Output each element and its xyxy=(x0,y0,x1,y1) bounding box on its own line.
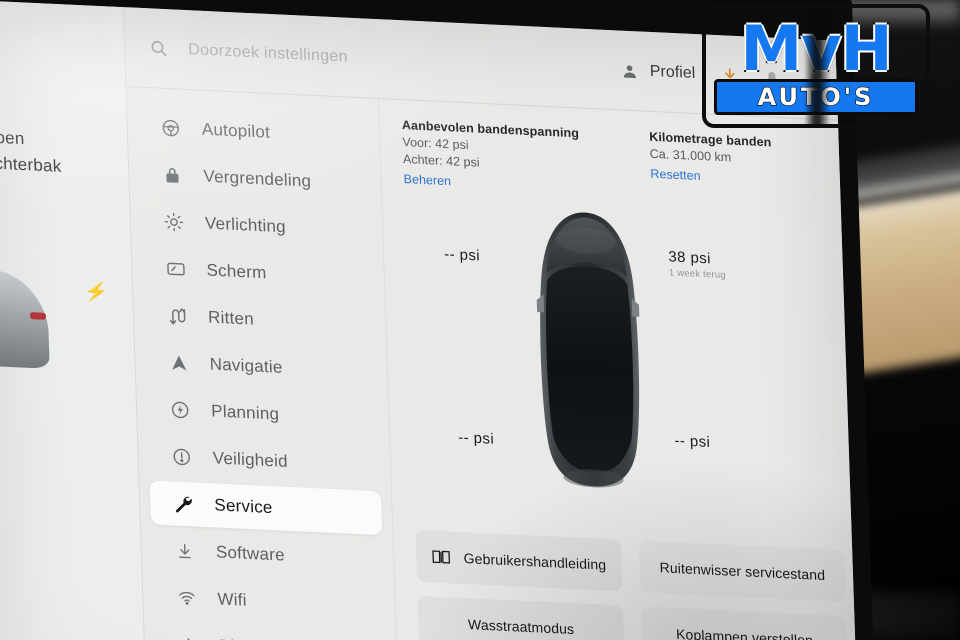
owners-manual-label: Gebruikershandleiding xyxy=(463,550,607,573)
display-icon xyxy=(164,259,187,280)
sidebar-item-ritten[interactable]: Ritten xyxy=(143,292,376,347)
reset-mileage-link[interactable]: Resetten xyxy=(650,167,773,187)
search-input[interactable]: Doorzoek instellingen xyxy=(149,38,510,74)
tire-front-left-reading: -- psi xyxy=(444,246,480,265)
settings-body: Autopilot Vergrendeling Verlichting Sche… xyxy=(126,87,858,640)
tire-rear-right-reading: -- psi xyxy=(674,432,710,451)
service-actions-grid: Gebruikershandleiding Ruitenwisser servi… xyxy=(415,529,850,640)
vehicle-rear-image xyxy=(0,266,50,369)
sidebar-item-label: Autopilot xyxy=(201,119,271,142)
wiper-service-mode-label: Ruitenwisser servicestand xyxy=(659,559,826,584)
sidebar-item-vergrendeling[interactable]: Vergrendeling xyxy=(139,152,372,207)
sidebar-item-label: Service xyxy=(214,495,273,518)
tire-front-right-reading: 38 psi 1 week terug xyxy=(668,248,726,281)
person-icon xyxy=(621,62,639,80)
sidebar-item-wifi[interactable]: Wifi xyxy=(153,574,386,629)
sidebar-item-label: Wifi xyxy=(217,589,247,610)
dealer-watermark: MvH AUTO'S xyxy=(702,4,930,128)
wiper-service-mode-button[interactable]: Ruitenwisser servicestand xyxy=(638,540,846,603)
sidebar-item-label: Scherm xyxy=(206,260,267,283)
manage-pressure-link[interactable]: Beheren xyxy=(403,172,581,194)
tire-front-right-note: 1 week terug xyxy=(668,267,726,282)
sidebar-item-verlichting[interactable]: Verlichting xyxy=(140,199,373,254)
navigation-arrow-icon xyxy=(167,352,190,373)
wrench-icon xyxy=(172,493,195,514)
sidebar-item-label: Veiligheid xyxy=(212,448,289,471)
sidebar-item-label: Software xyxy=(215,542,286,565)
sidebar-item-label: Verlichting xyxy=(204,213,287,237)
sun-brightness-icon xyxy=(163,212,186,233)
car-wash-mode-button[interactable]: Wasstraatmodus xyxy=(417,595,625,640)
vehicle-top-view-image xyxy=(536,212,640,488)
tire-front-right-value: 38 psi xyxy=(668,248,712,268)
sidebar-item-label: Ritten xyxy=(207,307,255,329)
tire-front-left-value: -- psi xyxy=(443,245,481,265)
lightning-bolt-icon: ⚡ xyxy=(83,280,109,305)
schedule-clock-icon xyxy=(169,399,192,420)
tire-mileage-title: Kilometrage banden xyxy=(648,129,772,150)
tire-pressure-diagram: -- psi 38 psi 1 week terug -- psi -- psi xyxy=(404,192,841,512)
steering-wheel-icon xyxy=(159,118,182,139)
sidebar-item-autopilot[interactable]: Autopilot xyxy=(137,105,370,160)
sidebar-item-scherm[interactable]: Scherm xyxy=(142,246,375,301)
sidebar-item-label: Navigatie xyxy=(209,354,283,377)
settings-sidebar: Autopilot Vergrendeling Verlichting Sche… xyxy=(126,87,400,640)
open-trunk-line1: Open xyxy=(0,127,25,149)
tire-info-row: Aanbevolen bandenspanning Voor: 42 psi A… xyxy=(402,118,831,206)
sidebar-item-planning[interactable]: Planning xyxy=(146,386,379,441)
open-trunk-line2: Achterbak xyxy=(0,153,62,176)
profile-button[interactable]: Profiel xyxy=(620,62,696,84)
safety-warning-icon xyxy=(170,446,193,467)
search-placeholder-text: Doorzoek instellingen xyxy=(187,40,349,66)
lock-icon xyxy=(161,165,184,186)
download-icon xyxy=(174,541,197,561)
sidebar-item-service[interactable]: Service xyxy=(149,480,383,536)
sidebar-item-label: Planning xyxy=(210,401,280,424)
sidebar-item-veiligheid[interactable]: Veiligheid xyxy=(148,433,381,488)
tire-rear-right-value: -- psi xyxy=(674,432,711,451)
open-trunk-label[interactable]: Open Achterbak xyxy=(0,124,62,180)
watermark-pillar-shadow xyxy=(804,8,830,124)
sidebar-item-label: Bluetooth xyxy=(219,636,293,640)
search-icon xyxy=(149,38,169,58)
profile-label: Profiel xyxy=(649,62,696,83)
screenshot-root: Open Achterbak ⚡ Doorzoek instellingen P… xyxy=(0,0,960,640)
book-icon xyxy=(431,549,452,566)
sidebar-item-label: Vergrendeling xyxy=(203,166,312,191)
wifi-icon xyxy=(175,588,198,607)
vehicle-card-panel: Open Achterbak ⚡ xyxy=(0,0,147,640)
recommended-pressure-block: Aanbevolen bandenspanning Voor: 42 psi A… xyxy=(402,118,581,194)
service-content: Aanbevolen bandenspanning Voor: 42 psi A… xyxy=(379,99,858,640)
tire-mileage-block: Kilometrage banden Ca. 31.000 km Resette… xyxy=(649,130,773,204)
sidebar-item-navigatie[interactable]: Navigatie xyxy=(145,339,378,394)
tire-mileage-value: Ca. 31.000 km xyxy=(649,146,732,165)
trips-route-icon xyxy=(166,306,189,327)
owners-manual-button[interactable]: Gebruikershandleiding xyxy=(415,529,623,592)
headlight-adjust-label: Koplampen verstellen xyxy=(675,625,814,640)
headlight-adjust-button[interactable]: Koplampen verstellen xyxy=(640,606,849,640)
car-wash-mode-label: Wasstraatmodus xyxy=(467,616,575,638)
tire-rear-left-value: -- psi xyxy=(457,429,495,448)
bluetooth-icon xyxy=(177,634,200,640)
sidebar-item-software[interactable]: Software xyxy=(151,527,384,582)
tire-rear-left-reading: -- psi xyxy=(458,429,494,448)
